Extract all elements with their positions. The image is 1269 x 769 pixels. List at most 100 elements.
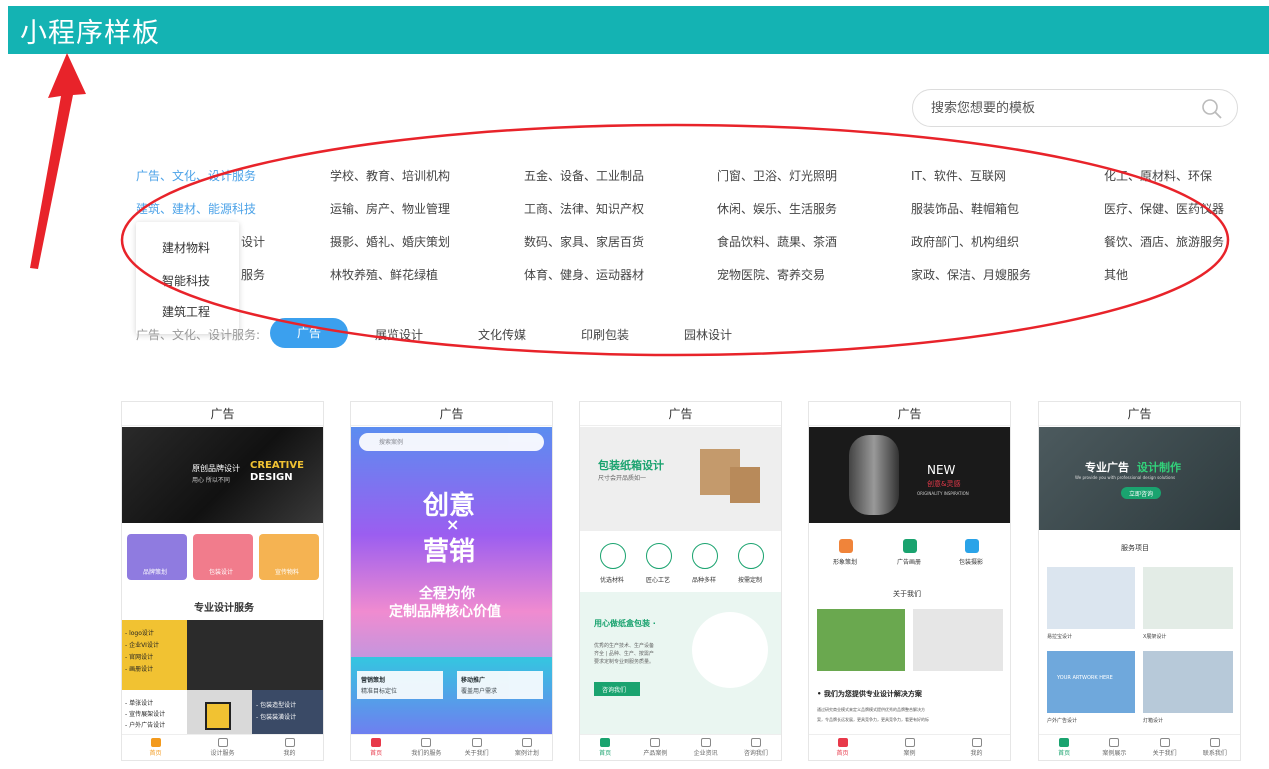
category-item[interactable]: 服务: [241, 266, 265, 283]
feature-icon: [646, 543, 672, 569]
list-text: - 包装造型设计: [256, 702, 297, 709]
list-text: - 企业VI设计: [125, 642, 159, 649]
nav-label: 首页: [370, 750, 383, 757]
card-title: 广告: [1039, 402, 1240, 426]
grid-icon: [650, 738, 661, 747]
category-item[interactable]: 化工、原材料、环保: [1104, 167, 1212, 184]
phone-icon: [750, 738, 761, 747]
template-card[interactable]: 广告 包装纸箱设计 尺寸会开品质如一 优选材料 匠心工艺 品种多样 按需定制 用…: [579, 401, 782, 761]
search-icon[interactable]: [1201, 98, 1223, 120]
app-header: 小程序样板: [8, 6, 1269, 54]
category-item[interactable]: 数码、家具、家居百货: [524, 233, 644, 250]
subtab[interactable]: 印刷包装: [581, 326, 629, 343]
nav-label: 关于我们: [464, 750, 489, 757]
billboard-photo: YOUR ARTWORK HERE: [1047, 651, 1135, 713]
category-item[interactable]: 林牧养殖、鲜花绿植: [330, 266, 438, 283]
nav-item: 首页: [133, 735, 179, 760]
nav-label: 首页: [149, 750, 162, 757]
nav-label: 产品案例: [643, 750, 668, 757]
search-box[interactable]: [912, 89, 1238, 127]
category-item[interactable]: 食品饮料、蔬果、茶酒: [717, 233, 837, 250]
item-label: X展架设计: [1143, 634, 1167, 640]
card-search-bar: 搜索案例: [359, 433, 544, 451]
location-icon: [471, 738, 482, 747]
card-title: 广告: [351, 402, 552, 426]
nav-label: 咨询我们: [743, 750, 768, 757]
category-item[interactable]: 体育、健身、运动器材: [524, 266, 644, 283]
category-item[interactable]: 五金、设备、工业制品: [524, 167, 644, 184]
banner-text: 包装纸箱设计: [598, 459, 664, 472]
category-item[interactable]: 医疗、保健、医药仪器: [1104, 200, 1224, 217]
card-title: 广告: [580, 402, 781, 426]
section-heading: 专业设计服务: [194, 603, 254, 614]
nav-label: 首页: [599, 750, 612, 757]
service-icon-tile: 包装设计: [193, 534, 253, 580]
card-preview: 搜索案例 创意 × 营销 全程为你 定制品牌核心价值 营销策划 精准目标定位 移…: [351, 427, 552, 735]
category-item[interactable]: 政府部门、机构组织: [911, 233, 1019, 250]
list-panel: - 包装造型设计 - 包装装潢设计: [252, 690, 323, 735]
card-bottom-nav: 首页 案例 我的: [809, 734, 1010, 760]
service-icon: [839, 539, 853, 553]
category-item[interactable]: 宠物医院、寄养交易: [717, 266, 825, 283]
list-text: - 画册设计: [125, 666, 154, 673]
feature-icon: [692, 543, 718, 569]
dropdown-item[interactable]: 建材物料: [162, 239, 210, 256]
grid-icon: [1109, 738, 1120, 747]
template-card[interactable]: 广告 原创品牌设计 用心 所以不同 CREATIVE DESIGN 品牌策划 包…: [121, 401, 324, 761]
promo-button: 咨询我们: [594, 682, 640, 696]
about-text: • 我们为您提供专业设计解决方案: [817, 690, 922, 698]
category-item[interactable]: 服装饰品、鞋帽箱包: [911, 200, 1019, 217]
template-card[interactable]: 广告 NEW 创意&灵感 ORIGINALITY INSPIRATION 形象策…: [808, 401, 1011, 761]
list-text: - 包装装潢设计: [256, 714, 297, 721]
nav-item: 案例计划: [504, 735, 550, 760]
banner-image: 包装纸箱设计 尺寸会开品质如一: [580, 427, 781, 531]
nav-label: 案例展示: [1102, 750, 1127, 757]
user-icon: [1159, 738, 1170, 747]
search-input[interactable]: [931, 98, 1181, 118]
category-item[interactable]: 建筑、建材、能源科技: [136, 200, 256, 217]
category-item[interactable]: 休闲、娱乐、生活服务: [717, 200, 837, 217]
section-heading: 服务项目: [1121, 544, 1149, 552]
category-item[interactable]: 广告、文化、设计服务: [136, 167, 256, 184]
category-item[interactable]: 工商、法律、知识产权: [524, 200, 644, 217]
feature-text: 移动推广: [461, 677, 486, 684]
product-photo: [1143, 651, 1233, 713]
subtab[interactable]: 展览设计: [375, 326, 423, 343]
dropdown-item[interactable]: 智能科技: [162, 272, 210, 289]
card-title: 广告: [809, 402, 1010, 426]
subtab-active[interactable]: 广告: [270, 318, 348, 348]
template-card[interactable]: 广告 搜索案例 创意 × 营销 全程为你 定制品牌核心价值 营销策划 精准目标定…: [350, 401, 553, 761]
service-icon-tile: 宣传物料: [259, 534, 319, 580]
category-item[interactable]: 学校、教育、培训机构: [330, 167, 450, 184]
section-heading: 关于我们: [893, 590, 921, 598]
portrait-photo: [849, 435, 899, 515]
category-item[interactable]: 餐饮、酒店、旅游服务: [1104, 233, 1224, 250]
category-item[interactable]: 运输、房产、物业管理: [330, 200, 450, 217]
card-bottom-nav: 首页 我们的服务 关于我们 案例计划: [351, 734, 552, 760]
subtab-label: 广告、文化、设计服务:: [136, 328, 261, 342]
category-item[interactable]: 设计: [241, 233, 265, 250]
subtab[interactable]: 文化传媒: [478, 326, 526, 343]
user-icon: [284, 738, 295, 747]
template-card[interactable]: 广告 专业广告 设计制作 We provide you with profess…: [1038, 401, 1241, 761]
subtab[interactable]: 园林设计: [684, 326, 732, 343]
category-item[interactable]: 其他: [1104, 266, 1128, 283]
banner-text: We provide you with professional design …: [1075, 475, 1176, 480]
item-label: 户外广告设计: [1047, 718, 1078, 724]
billboard-text: YOUR ARTWORK HERE: [1057, 675, 1113, 681]
category-item[interactable]: IT、软件、互联网: [911, 167, 1006, 184]
category-item[interactable]: 摄影、婚礼、婚庆策划: [330, 233, 450, 250]
nav-item: 咨询我们: [733, 735, 779, 760]
promo-panel: 用心做纸盒包装 · 优秀的生产技术、生产设备 齐全 | 品种、生产、按需产 要求…: [580, 592, 781, 735]
banner-text: 原创品牌设计: [192, 464, 240, 473]
category-item[interactable]: 门窗、卫浴、灯光照明: [717, 167, 837, 184]
category-item[interactable]: 家政、保洁、月嫂服务: [911, 266, 1031, 283]
list-text: - 官网设计: [125, 654, 154, 661]
nav-item: 首页: [1041, 735, 1087, 760]
nav-label: 我的: [283, 750, 296, 757]
service-icon: [965, 539, 979, 553]
consult-button-label: 立即咨询: [1129, 491, 1154, 498]
case-icon: [904, 738, 915, 747]
dropdown-item[interactable]: 建筑工程: [162, 303, 210, 320]
feature-icon: [600, 543, 626, 569]
